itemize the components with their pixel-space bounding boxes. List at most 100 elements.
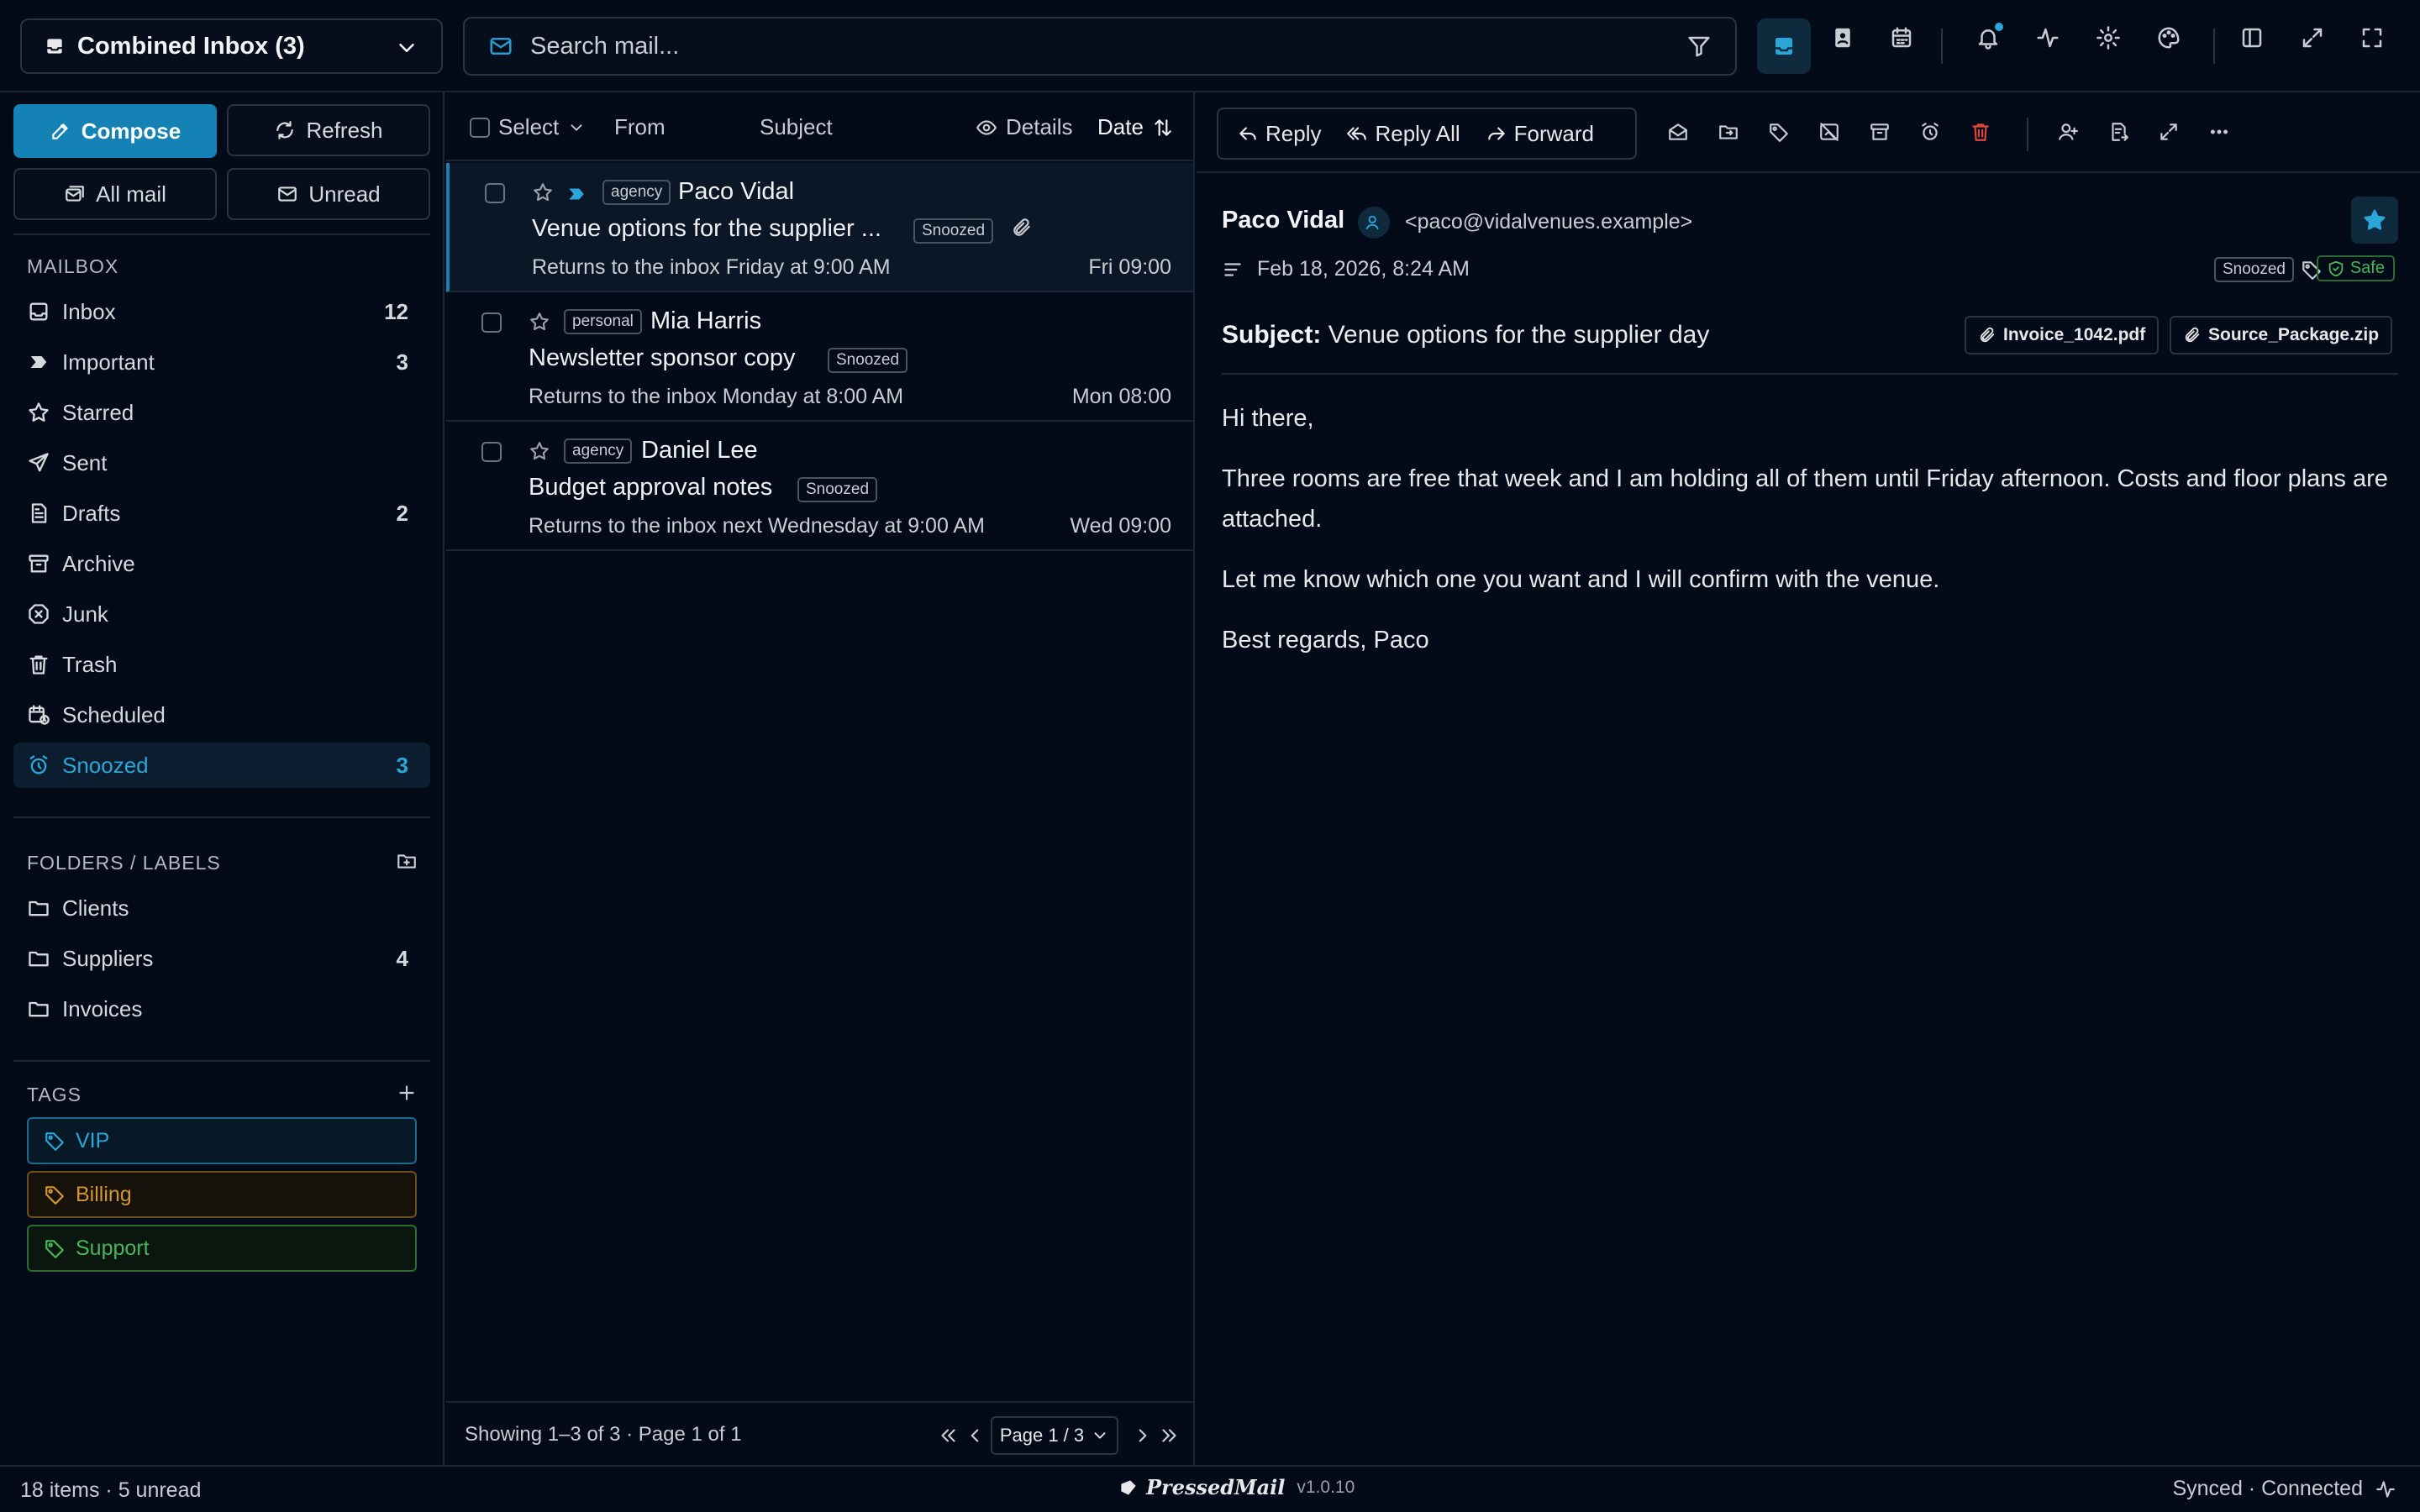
- search-input[interactable]: [530, 32, 1686, 60]
- activity-button[interactable]: [2035, 25, 2060, 50]
- all-mail-button[interactable]: All mail: [13, 168, 217, 220]
- nav-label: Scheduled: [62, 701, 166, 727]
- status-badge: Snoozed: [828, 348, 908, 373]
- nav-junk[interactable]: Junk: [13, 591, 430, 637]
- calendar-icon: [1891, 27, 1912, 48]
- expand-button[interactable]: [2300, 25, 2325, 50]
- attachment-chip[interactable]: Source_Package.zip: [2170, 316, 2393, 354]
- nav-important[interactable]: Important 3: [13, 339, 430, 385]
- reply-button[interactable]: Reply: [1237, 121, 1321, 147]
- tag-billing[interactable]: Billing: [27, 1171, 417, 1218]
- inbox-selector[interactable]: Combined Inbox (3): [20, 18, 443, 74]
- status-badge: Snoozed: [797, 477, 878, 502]
- folder-label: Clients: [62, 895, 129, 921]
- add-tag-button[interactable]: [396, 1082, 418, 1104]
- more-icon[interactable]: [2208, 121, 2230, 143]
- tag-icon[interactable]: [1768, 121, 1790, 143]
- sort-from[interactable]: From: [614, 114, 666, 140]
- star-icon[interactable]: [529, 311, 550, 333]
- reply-all-button[interactable]: Reply All: [1346, 121, 1460, 147]
- toolbar-divider: [1941, 29, 1943, 64]
- contacts-button[interactable]: [1830, 25, 1855, 50]
- folder-clients[interactable]: Clients: [13, 885, 430, 931]
- refresh-button[interactable]: Refresh: [227, 104, 430, 156]
- nav-label: Sent: [62, 449, 108, 475]
- divider: [13, 816, 430, 818]
- nav-archive[interactable]: Archive: [13, 541, 430, 586]
- select-dropdown[interactable]: Select: [470, 114, 586, 140]
- attachment-chip[interactable]: Invoice_1042.pdf: [1965, 316, 2160, 354]
- notifications-button[interactable]: [1975, 23, 2003, 50]
- next-page-icon[interactable]: [1132, 1425, 1154, 1446]
- gear-icon: [2096, 26, 2120, 50]
- forward-button[interactable]: Forward: [1486, 121, 1594, 147]
- safe-label: Safe: [2349, 259, 2385, 277]
- snooze-note: Returns to the inbox Monday at 8:00 AM: [529, 385, 904, 408]
- archive-icon[interactable]: [1869, 121, 1891, 143]
- label-pill: agency: [564, 438, 633, 464]
- toggle-sidebar-button[interactable]: [2239, 25, 2265, 50]
- add-folder-button[interactable]: [396, 850, 418, 872]
- sort-icon: [1155, 118, 1171, 136]
- details-toggle[interactable]: Details: [976, 114, 1072, 140]
- sort-subject[interactable]: Subject: [760, 114, 833, 140]
- nav-inbox[interactable]: Inbox 12: [13, 289, 430, 334]
- compose-button[interactable]: Compose: [13, 104, 217, 158]
- move-to-folder-icon[interactable]: [1718, 121, 1739, 143]
- star-button[interactable]: [2351, 197, 2398, 244]
- add-contact-icon[interactable]: [2057, 121, 2079, 143]
- settings-button[interactable]: [2096, 25, 2121, 50]
- nav-sent[interactable]: Sent: [13, 440, 430, 486]
- theme-button[interactable]: [2156, 25, 2181, 50]
- message-row[interactable]: personal Mia Harris Newsletter sponsor c…: [446, 292, 1193, 422]
- search-bar[interactable]: [463, 17, 1737, 76]
- star-icon[interactable]: [529, 440, 550, 462]
- last-page-icon[interactable]: [1159, 1425, 1181, 1446]
- mail-view-button[interactable]: [1757, 18, 1811, 74]
- activity-icon: [2037, 28, 2059, 48]
- row-checkbox[interactable]: [481, 442, 502, 462]
- export-icon[interactable]: [2107, 121, 2129, 143]
- page-select[interactable]: Page 1 / 3: [991, 1416, 1118, 1455]
- unread-button[interactable]: Unread: [227, 168, 430, 220]
- message-body: Hi there, Three rooms are free that week…: [1222, 398, 2398, 680]
- prev-page-icon[interactable]: [964, 1425, 986, 1446]
- nav-starred[interactable]: Starred: [13, 390, 430, 435]
- star-icon[interactable]: [532, 181, 554, 203]
- filter-icon[interactable]: [1686, 34, 1712, 59]
- tag-vip[interactable]: VIP: [27, 1117, 417, 1164]
- calendar-button[interactable]: [1889, 25, 1914, 50]
- nav-drafts[interactable]: Drafts 2: [13, 491, 430, 536]
- delete-icon[interactable]: [1970, 121, 1991, 143]
- message-row[interactable]: agency Daniel Lee Budget approval notes …: [446, 422, 1193, 551]
- forward-icon: [1487, 127, 1505, 140]
- sort-date[interactable]: Date: [1097, 114, 1174, 140]
- brand: PressedMail v1.0.10: [1118, 1475, 1355, 1499]
- tag-support[interactable]: Support: [27, 1225, 417, 1272]
- important-icon[interactable]: [566, 183, 587, 205]
- mark-read-icon[interactable]: [1667, 121, 1689, 143]
- top-bar: Combined Inbox (3): [0, 0, 2420, 92]
- nav-trash[interactable]: Trash: [13, 642, 430, 687]
- fullscreen-button[interactable]: [2360, 25, 2385, 50]
- folder-invoices[interactable]: Invoices: [13, 986, 430, 1032]
- row-checkbox[interactable]: [485, 183, 505, 203]
- nav-count: 3: [396, 349, 408, 375]
- select-all-checkbox[interactable]: [470, 117, 490, 138]
- nav-count: 12: [384, 298, 408, 324]
- message-row[interactable]: agency Paco Vidal Venue options for the …: [446, 163, 1193, 292]
- shield-check-icon: [2328, 260, 2344, 276]
- label-pill: personal: [564, 309, 642, 334]
- alarm-icon[interactable]: [1919, 121, 1941, 143]
- contact-button[interactable]: [1358, 207, 1390, 239]
- paperclip-icon: [1013, 218, 1030, 236]
- expand-icon[interactable]: [2158, 121, 2180, 143]
- first-page-icon[interactable]: [937, 1425, 959, 1446]
- nav-scheduled[interactable]: Scheduled: [13, 692, 430, 738]
- row-checkbox[interactable]: [481, 312, 502, 333]
- reply-all-icon: [1347, 127, 1367, 140]
- image-off-icon[interactable]: [1818, 121, 1840, 143]
- nav-snoozed[interactable]: Snoozed 3: [13, 743, 430, 788]
- nav-label: Trash: [62, 651, 118, 677]
- folder-suppliers[interactable]: Suppliers 4: [13, 936, 430, 981]
